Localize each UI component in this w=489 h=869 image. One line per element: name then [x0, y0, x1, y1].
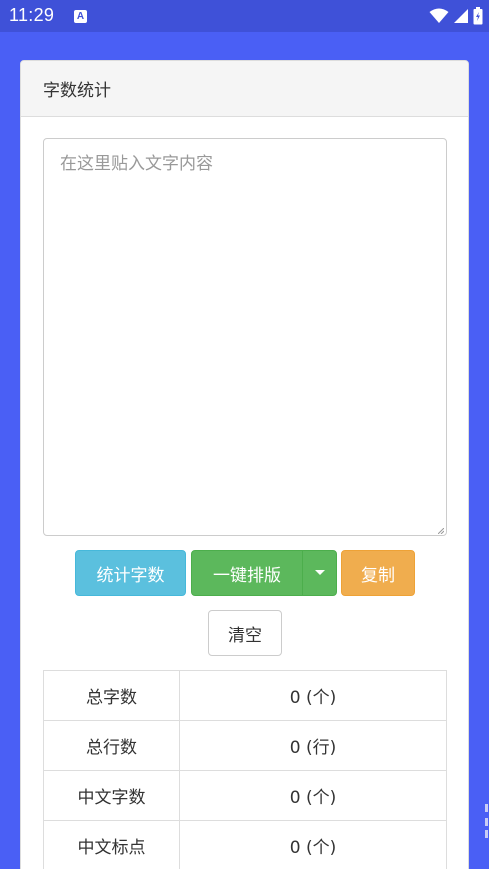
edge-scroll-indicator	[485, 804, 488, 838]
format-options-dropdown-toggle[interactable]	[302, 550, 337, 596]
panel-title: 字数统计	[43, 81, 111, 101]
count-words-button[interactable]: 统计字数	[75, 550, 186, 596]
resize-grip-icon[interactable]	[438, 528, 444, 534]
panel-heading: 字数统计	[21, 61, 468, 117]
auto-format-label: 一键排版	[213, 565, 281, 586]
table-row: 中文字数 0 (个)	[43, 770, 447, 821]
caret-down-icon	[314, 570, 325, 575]
signal-icon	[454, 9, 468, 23]
stat-value: 0 (个)	[179, 770, 447, 821]
stats-table: 总字数 0 (个) 总行数 0 (行) 中文字数 0 (个) 中文标点 0 (个…	[43, 670, 447, 869]
auto-format-button[interactable]: 一键排版	[191, 550, 303, 596]
clear-label: 清空	[228, 625, 262, 646]
copy-label: 复制	[361, 565, 395, 586]
table-row: 中文标点 0 (个)	[43, 820, 447, 869]
wifi-icon	[429, 8, 449, 23]
table-row: 总字数 0 (个)	[43, 670, 447, 721]
table-row: 总行数 0 (行)	[43, 720, 447, 771]
text-input-area[interactable]	[43, 138, 447, 536]
stat-label: 中文字数	[43, 770, 180, 821]
word-count-panel: 字数统计 统计字数 一键排版 复制 清空 总字数 0 (个) 总行数 0 (行)…	[20, 60, 469, 869]
stat-value: 0 (个)	[179, 820, 447, 869]
stat-label: 总行数	[43, 720, 180, 771]
stat-label: 中文标点	[43, 820, 180, 869]
copy-button[interactable]: 复制	[341, 550, 415, 596]
clear-button[interactable]: 清空	[208, 610, 282, 656]
status-bar: 11:29 A	[0, 0, 489, 32]
status-icons	[429, 7, 483, 25]
battery-icon	[473, 7, 483, 25]
stat-value: 0 (个)	[179, 670, 447, 721]
stat-value: 0 (行)	[179, 720, 447, 771]
count-words-label: 统计字数	[96, 565, 165, 586]
status-time: 11:29	[9, 5, 55, 25]
stat-label: 总字数	[43, 670, 180, 721]
a-notification-icon: A	[74, 10, 87, 23]
